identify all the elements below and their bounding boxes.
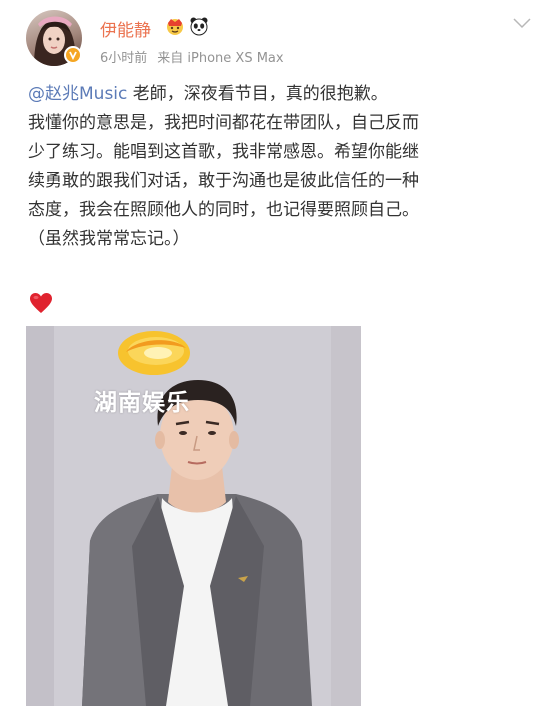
post-content: @赵兆Music 老師，深夜看节目，真的很抱歉。 我懂你的意思是，我把时间都花在… bbox=[28, 80, 518, 254]
post-meta: 6小时前 来自 iPhone XS Max bbox=[100, 47, 294, 66]
content-text: 老師，深夜看节目，真的很抱歉。 bbox=[127, 84, 388, 104]
content-line-6: （虽然我常常忘记。） bbox=[28, 229, 190, 249]
content-line-5: 态度，我会在照顾他人的同时，也记得要照顾自己。 bbox=[28, 200, 419, 220]
username-link[interactable]: 伊能静 bbox=[100, 16, 151, 41]
verified-badge-icon bbox=[64, 46, 82, 64]
content-line-2: 我懂你的意思是，我把时间都花在带团队，自己反而 bbox=[28, 113, 419, 133]
content-line-3: 少了练习。能唱到这首歌，我非常感恩。希望你能继 bbox=[28, 142, 419, 162]
post-source[interactable]: 来自 iPhone XS Max bbox=[157, 51, 283, 66]
content-line-1: @赵兆Music 老師，深夜看节目，真的很抱歉。 bbox=[28, 80, 518, 109]
watermark-text: 湖南娱乐 bbox=[94, 390, 190, 416]
hunan-logo-icon bbox=[118, 331, 190, 375]
chevron-down-icon[interactable] bbox=[512, 16, 532, 30]
red-heart-icon bbox=[30, 293, 52, 313]
post-time: 6小时前 bbox=[100, 51, 148, 66]
content-line-4: 续勇敢的跟我们对话，敢于沟通也是彼此信任的一种 bbox=[28, 171, 419, 191]
mention-link[interactable]: @赵兆Music bbox=[28, 84, 127, 104]
post-image[interactable]: 湖南娱乐 bbox=[26, 326, 361, 706]
crown-emoji-icon bbox=[167, 19, 183, 35]
panda-emoji-icon bbox=[190, 17, 208, 36]
